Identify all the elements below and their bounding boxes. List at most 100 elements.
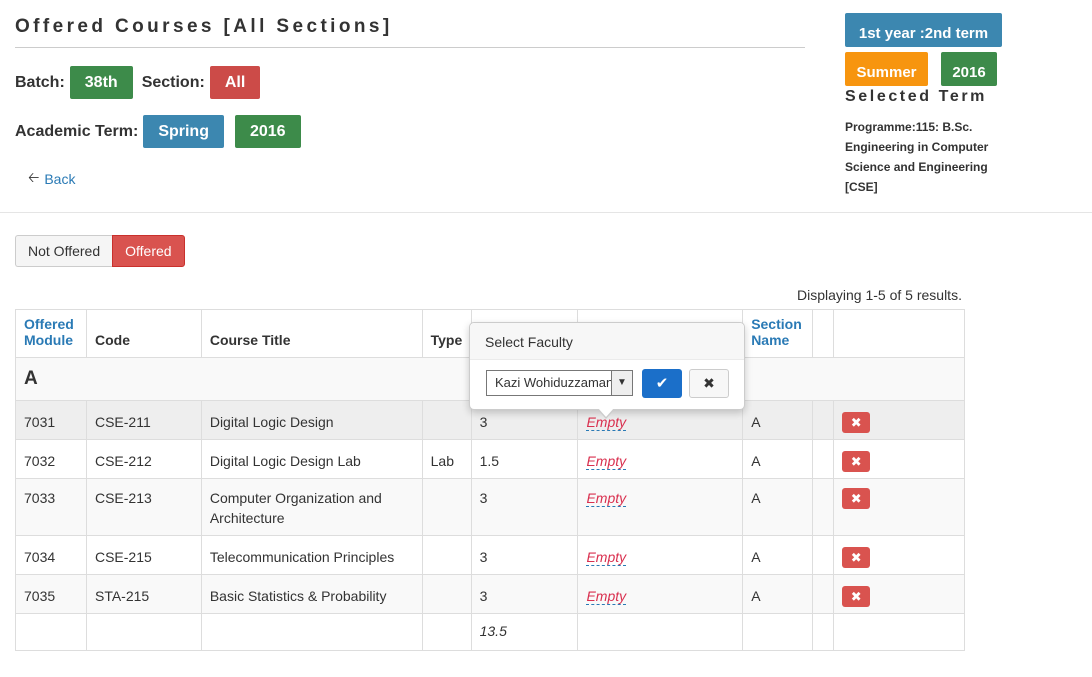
- delete-button[interactable]: ✖: [842, 586, 871, 607]
- year-term-badge: 1st year :2nd term: [845, 13, 1002, 47]
- cell-code: STA-215: [85, 574, 202, 614]
- arrow-left-icon: 🡠: [28, 169, 40, 185]
- page-title: Offered Courses [All Sections]: [15, 16, 393, 37]
- cell-section: A: [742, 400, 814, 440]
- times-icon: ✖: [850, 550, 862, 565]
- term-season-badge: Spring: [143, 115, 224, 148]
- cell-title: Basic Statistics & Probability: [200, 574, 423, 614]
- results-summary: Displaying 1-5 of 5 results.: [797, 287, 962, 303]
- confirm-button[interactable]: ✔: [642, 369, 682, 398]
- selected-term-caption: Selected Term: [845, 88, 987, 105]
- cell-module: 7035: [15, 574, 87, 614]
- cell-title: Computer Organization and Architecture: [200, 478, 423, 536]
- cell-module: 7033: [15, 478, 87, 536]
- cell-type: [421, 574, 472, 614]
- year-badge: 2016: [941, 52, 997, 86]
- col-type: Type: [421, 309, 472, 358]
- cell-section: A: [742, 478, 814, 536]
- table-row: 7032 CSE-212 Digital Logic Design Lab La…: [15, 439, 965, 479]
- times-icon: ✖: [850, 491, 862, 506]
- cell-credit: 3: [470, 574, 579, 614]
- cell-section: A: [742, 574, 814, 614]
- check-icon: ✔: [655, 375, 669, 392]
- summer-badge: Summer: [845, 52, 928, 86]
- cell-section: A: [742, 439, 814, 479]
- times-icon: ✖: [703, 375, 715, 391]
- cell-blank: [812, 535, 835, 575]
- batch-label: Batch:: [15, 73, 65, 91]
- times-icon: ✖: [850, 415, 862, 430]
- col-code: Code: [85, 309, 202, 358]
- term-year-badge: 2016: [234, 115, 301, 148]
- cell-actions: ✖: [833, 400, 965, 440]
- cell-faculty: Empty: [577, 439, 744, 479]
- delete-button[interactable]: ✖: [842, 488, 871, 509]
- cell-credit: 3: [470, 535, 579, 575]
- chevron-down-icon: ▼: [611, 371, 632, 395]
- cell-code: CSE-211: [85, 400, 202, 440]
- offered-button[interactable]: Offered: [112, 235, 185, 267]
- cell-blank: [812, 439, 835, 479]
- col-offered-module[interactable]: Offered Module: [15, 309, 87, 358]
- faculty-empty-link[interactable]: Empty: [586, 588, 627, 605]
- cell-module: 7034: [15, 535, 87, 575]
- cancel-button[interactable]: ✖: [689, 369, 729, 398]
- title-rule: [15, 47, 805, 48]
- delete-button[interactable]: ✖: [842, 547, 871, 568]
- programme-text: Programme:115: B.Sc. Engineering in Comp…: [845, 120, 989, 194]
- section-label: Section:: [141, 73, 205, 91]
- cell-type: [421, 535, 472, 575]
- popover-arrow: [597, 408, 615, 419]
- cell-module: 7032: [15, 439, 87, 479]
- times-icon: ✖: [850, 454, 862, 469]
- cell-section: A: [742, 535, 814, 575]
- section-divider: [0, 212, 1092, 213]
- cell-code: CSE-213: [85, 478, 202, 536]
- delete-button[interactable]: ✖: [842, 451, 871, 472]
- cell-actions: ✖: [833, 574, 965, 614]
- table-row: 7033 CSE-213 Computer Organization and A…: [15, 478, 965, 536]
- faculty-empty-link[interactable]: Empty: [586, 453, 627, 470]
- total-row: 13.5: [15, 613, 965, 651]
- back-label: Back: [44, 171, 76, 187]
- times-icon: ✖: [850, 589, 862, 604]
- cell-type: [421, 400, 472, 440]
- cell-faculty: Empty: [577, 478, 744, 536]
- faculty-empty-link[interactable]: Empty: [586, 490, 627, 507]
- not-offered-button[interactable]: Not Offered: [15, 235, 113, 267]
- faculty-select[interactable]: Kazi Wohiduzzaman ▼: [486, 370, 633, 396]
- cell-title: Digital Logic Design Lab: [200, 439, 423, 479]
- col-actions: [833, 309, 965, 358]
- cell-blank: [812, 574, 835, 614]
- cell-credit: 1.5: [470, 439, 579, 479]
- faculty-empty-link[interactable]: Empty: [586, 549, 627, 566]
- table-row: 7035 STA-215 Basic Statistics & Probabil…: [15, 574, 965, 614]
- cell-actions: ✖: [833, 535, 965, 575]
- cell-blank: [812, 400, 835, 440]
- batch-row: Batch: 38th Section: All: [15, 66, 261, 99]
- table-row: 7034 CSE-215 Telecommunication Principle…: [15, 535, 965, 575]
- cell-blank: [812, 478, 835, 536]
- cell-module: 7031: [15, 400, 87, 440]
- cell-actions: ✖: [833, 439, 965, 479]
- section-badge: All: [209, 66, 261, 99]
- delete-button[interactable]: ✖: [842, 412, 871, 433]
- cell-credit: 3: [470, 478, 579, 536]
- col-blank: [812, 309, 835, 358]
- back-link[interactable]: 🡠 Back: [28, 167, 75, 191]
- cell-type: Lab: [421, 439, 472, 479]
- col-course-title: Course Title: [200, 309, 423, 358]
- cell-code: CSE-212: [85, 439, 202, 479]
- faculty-select-value: Kazi Wohiduzzaman: [495, 375, 614, 390]
- cell-faculty: Empty: [577, 574, 744, 614]
- total-credit: 13.5: [470, 613, 579, 651]
- cell-code: CSE-215: [85, 535, 202, 575]
- select-faculty-popover: Select Faculty Kazi Wohiduzzaman ▼ ✔ ✖: [469, 322, 745, 419]
- cell-title: Digital Logic Design: [200, 400, 423, 440]
- cell-title: Telecommunication Principles: [200, 535, 423, 575]
- cell-type: [421, 478, 472, 536]
- col-section-name[interactable]: Section Name: [742, 309, 814, 358]
- cell-faculty: Empty: [577, 535, 744, 575]
- offered-toggle: Not Offered Offered: [15, 235, 185, 267]
- popover-title: Select Faculty: [470, 323, 744, 360]
